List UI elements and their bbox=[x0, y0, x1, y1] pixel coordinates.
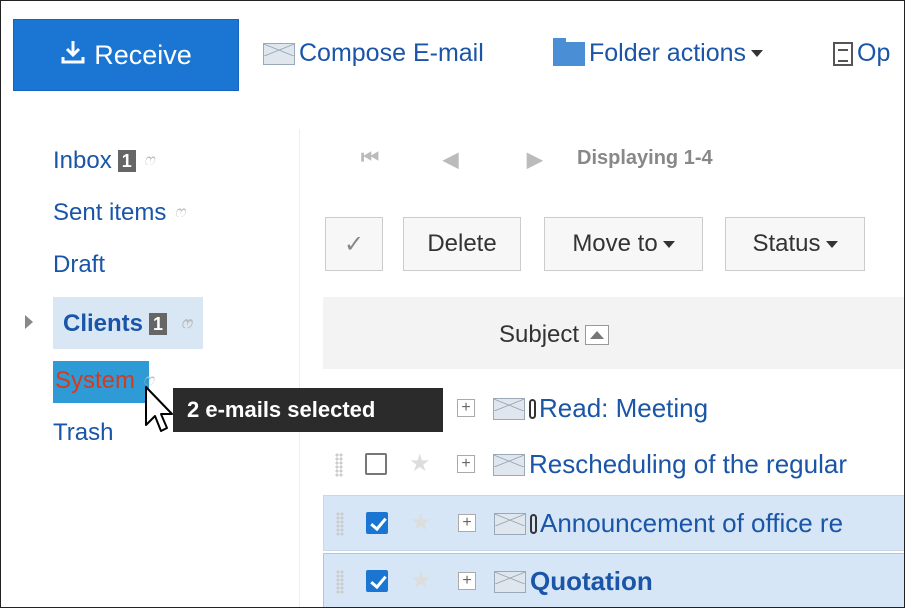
table-row[interactable]: ★ + Rescheduling of the regular bbox=[323, 437, 904, 493]
sidebar-item-draft[interactable]: Draft bbox=[53, 251, 105, 279]
email-subject-link[interactable]: Read: Meeting bbox=[529, 393, 708, 424]
expand-thread-icon[interactable]: + bbox=[458, 572, 476, 590]
chevron-down-icon bbox=[751, 50, 764, 57]
email-subject: Quotation bbox=[530, 566, 653, 596]
delete-button[interactable]: Delete bbox=[403, 217, 521, 271]
tooltip-text: 2 e-mails selected bbox=[187, 397, 376, 422]
sidebar-item-label: Sent items bbox=[53, 199, 167, 226]
attachment-icon bbox=[530, 513, 537, 534]
sort-ascending-icon[interactable] bbox=[585, 325, 610, 345]
first-page-icon[interactable]: ⏮ bbox=[361, 147, 379, 170]
next-page-icon[interactable]: ▶ bbox=[527, 147, 542, 172]
sidebar-item-system[interactable]: System ෆ bbox=[55, 367, 154, 395]
row-checkbox[interactable] bbox=[366, 570, 388, 592]
envelope-icon bbox=[493, 454, 525, 476]
envelope-icon bbox=[493, 398, 525, 420]
delete-label: Delete bbox=[427, 230, 497, 257]
compose-label: Compose E-mail bbox=[299, 39, 484, 67]
download-icon bbox=[60, 39, 86, 72]
pointer-cursor-icon bbox=[143, 385, 173, 440]
envelope-icon bbox=[494, 513, 526, 535]
expand-thread-icon[interactable]: + bbox=[458, 514, 476, 532]
mail-app-window: Receive Compose E-mail Folder actions Op… bbox=[0, 0, 905, 608]
check-icon: ✓ bbox=[343, 230, 365, 258]
table-row[interactable]: ★ + Quotation bbox=[323, 553, 904, 607]
sidebar-item-label: Clients bbox=[63, 310, 144, 337]
table-row[interactable]: ★ + Announcement of office re bbox=[323, 495, 904, 551]
sidebar-item-label: Trash bbox=[53, 419, 114, 446]
options-menu[interactable]: Op bbox=[833, 39, 890, 68]
expand-arrow-icon[interactable] bbox=[25, 315, 33, 329]
sidebar-item-clients[interactable]: Clients 1 ෆ bbox=[63, 310, 192, 338]
status-label: Status bbox=[752, 230, 821, 257]
unread-badge: 1 bbox=[117, 150, 136, 172]
drag-handle-icon[interactable] bbox=[335, 453, 343, 477]
sidebar-item-sent-items[interactable]: Sent items ෆ bbox=[53, 199, 185, 227]
envelope-icon bbox=[263, 42, 295, 65]
status-button[interactable]: Status bbox=[725, 217, 865, 271]
sidebar-item-trash[interactable]: Trash bbox=[53, 419, 113, 447]
sidebar-item-label: Draft bbox=[53, 251, 106, 278]
displaying-range: Displaying 1-4 bbox=[577, 147, 713, 169]
attachment-icon bbox=[529, 398, 536, 419]
sidebar-item-label: Inbox bbox=[53, 147, 112, 174]
table-header bbox=[323, 297, 904, 369]
sidebar-item-label: System bbox=[55, 367, 136, 394]
rss-icon: ෆ bbox=[143, 152, 155, 169]
chevron-down-icon bbox=[662, 240, 675, 248]
expand-thread-icon[interactable]: + bbox=[457, 455, 475, 473]
move-to-button[interactable]: Move to bbox=[544, 217, 703, 271]
drag-tooltip: 2 e-mails selected bbox=[173, 388, 443, 432]
document-icon bbox=[833, 41, 853, 66]
expand-thread-icon[interactable]: + bbox=[457, 399, 475, 417]
email-subject-link[interactable]: Announcement of office re bbox=[530, 508, 843, 539]
email-subject-link[interactable]: Quotation bbox=[530, 566, 653, 597]
email-subject: Read: Meeting bbox=[539, 393, 709, 423]
subject-header-label: Subject bbox=[499, 321, 580, 348]
email-subject-link[interactable]: Rescheduling of the regular bbox=[529, 449, 847, 480]
envelope-icon bbox=[494, 571, 526, 593]
compose-email-button[interactable]: Compose E-mail bbox=[263, 39, 484, 68]
select-all-button[interactable]: ✓ bbox=[325, 217, 383, 271]
drag-handle-icon[interactable] bbox=[336, 512, 344, 536]
receive-label: Receive bbox=[94, 39, 192, 70]
star-icon[interactable]: ★ bbox=[409, 449, 431, 478]
unread-badge: 1 bbox=[149, 313, 168, 335]
folder-actions-label: Folder actions bbox=[589, 39, 747, 67]
sidebar-item-inbox[interactable]: Inbox 1 ෆ bbox=[53, 147, 155, 175]
row-checkbox[interactable] bbox=[366, 512, 388, 534]
rss-icon: ෆ bbox=[174, 204, 186, 221]
chevron-down-icon bbox=[825, 240, 838, 248]
drag-handle-icon[interactable] bbox=[336, 570, 344, 594]
move-to-label: Move to bbox=[572, 230, 658, 257]
star-icon[interactable]: ★ bbox=[410, 566, 432, 595]
rss-icon: ෆ bbox=[181, 315, 192, 332]
row-checkbox[interactable] bbox=[365, 453, 387, 475]
email-subject: Rescheduling of the regular bbox=[529, 449, 847, 479]
email-subject: Announcement of office re bbox=[540, 508, 844, 538]
prev-page-icon[interactable]: ◀ bbox=[443, 147, 458, 172]
folder-actions-menu[interactable]: Folder actions bbox=[553, 37, 764, 68]
folder-icon bbox=[553, 37, 585, 66]
subject-column-header[interactable]: Subject bbox=[499, 321, 610, 349]
pane-divider[interactable] bbox=[299, 129, 300, 607]
star-icon[interactable]: ★ bbox=[410, 508, 432, 537]
receive-button[interactable]: Receive bbox=[13, 19, 239, 91]
options-label: Op bbox=[857, 39, 891, 67]
